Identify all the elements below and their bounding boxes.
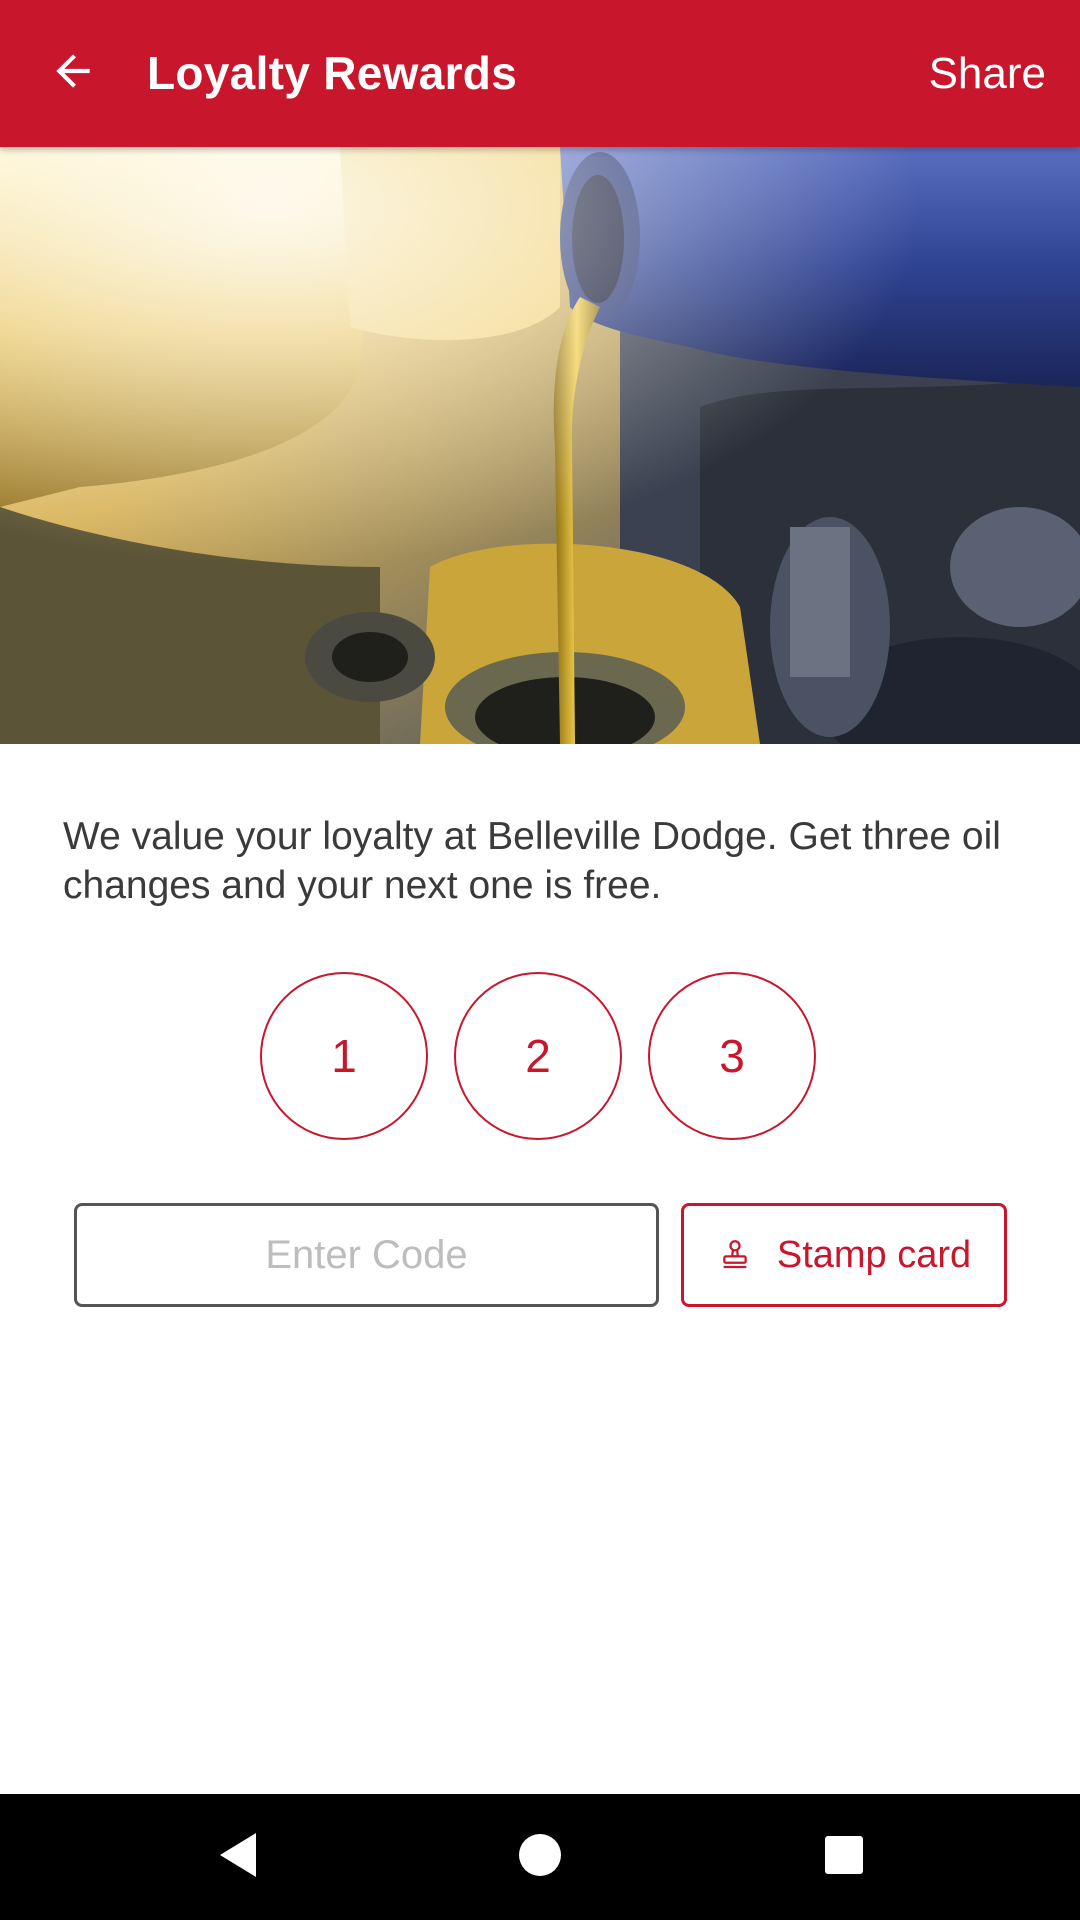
- stamp-slot-1: 1: [260, 972, 428, 1140]
- loyalty-rewards-screen: Loyalty Rewards Share We value your loya…: [0, 0, 1080, 1920]
- page-title: Loyalty Rewards: [147, 47, 518, 99]
- hero-image: [0, 147, 1080, 744]
- stamp-card-label: Stamp card: [776, 1233, 972, 1276]
- stamp-card-button[interactable]: Stamp card: [681, 1203, 1007, 1307]
- nav-home-button[interactable]: [504, 1821, 576, 1893]
- back-button[interactable]: [30, 30, 116, 116]
- loyalty-description: We value your loyalty at Belleville Dodg…: [63, 815, 1001, 907]
- nav-home-icon: [517, 1832, 563, 1883]
- arrow-back-icon: [48, 46, 98, 101]
- nav-back-button[interactable]: [202, 1821, 274, 1893]
- nav-back-icon: [214, 1829, 262, 1886]
- stamp-icon: [717, 1237, 753, 1273]
- app-bar: Loyalty Rewards Share: [0, 0, 1080, 147]
- stamp-row: 1 2 3: [0, 972, 1080, 1144]
- share-button[interactable]: Share: [929, 0, 1046, 147]
- enter-code-input[interactable]: [74, 1203, 659, 1307]
- stamp-slot-2: 2: [454, 972, 622, 1140]
- nav-recents-icon: [824, 1835, 864, 1880]
- nav-recents-button[interactable]: [808, 1821, 880, 1893]
- stamp-slot-3: 3: [648, 972, 816, 1140]
- system-nav-bar: [0, 1794, 1080, 1920]
